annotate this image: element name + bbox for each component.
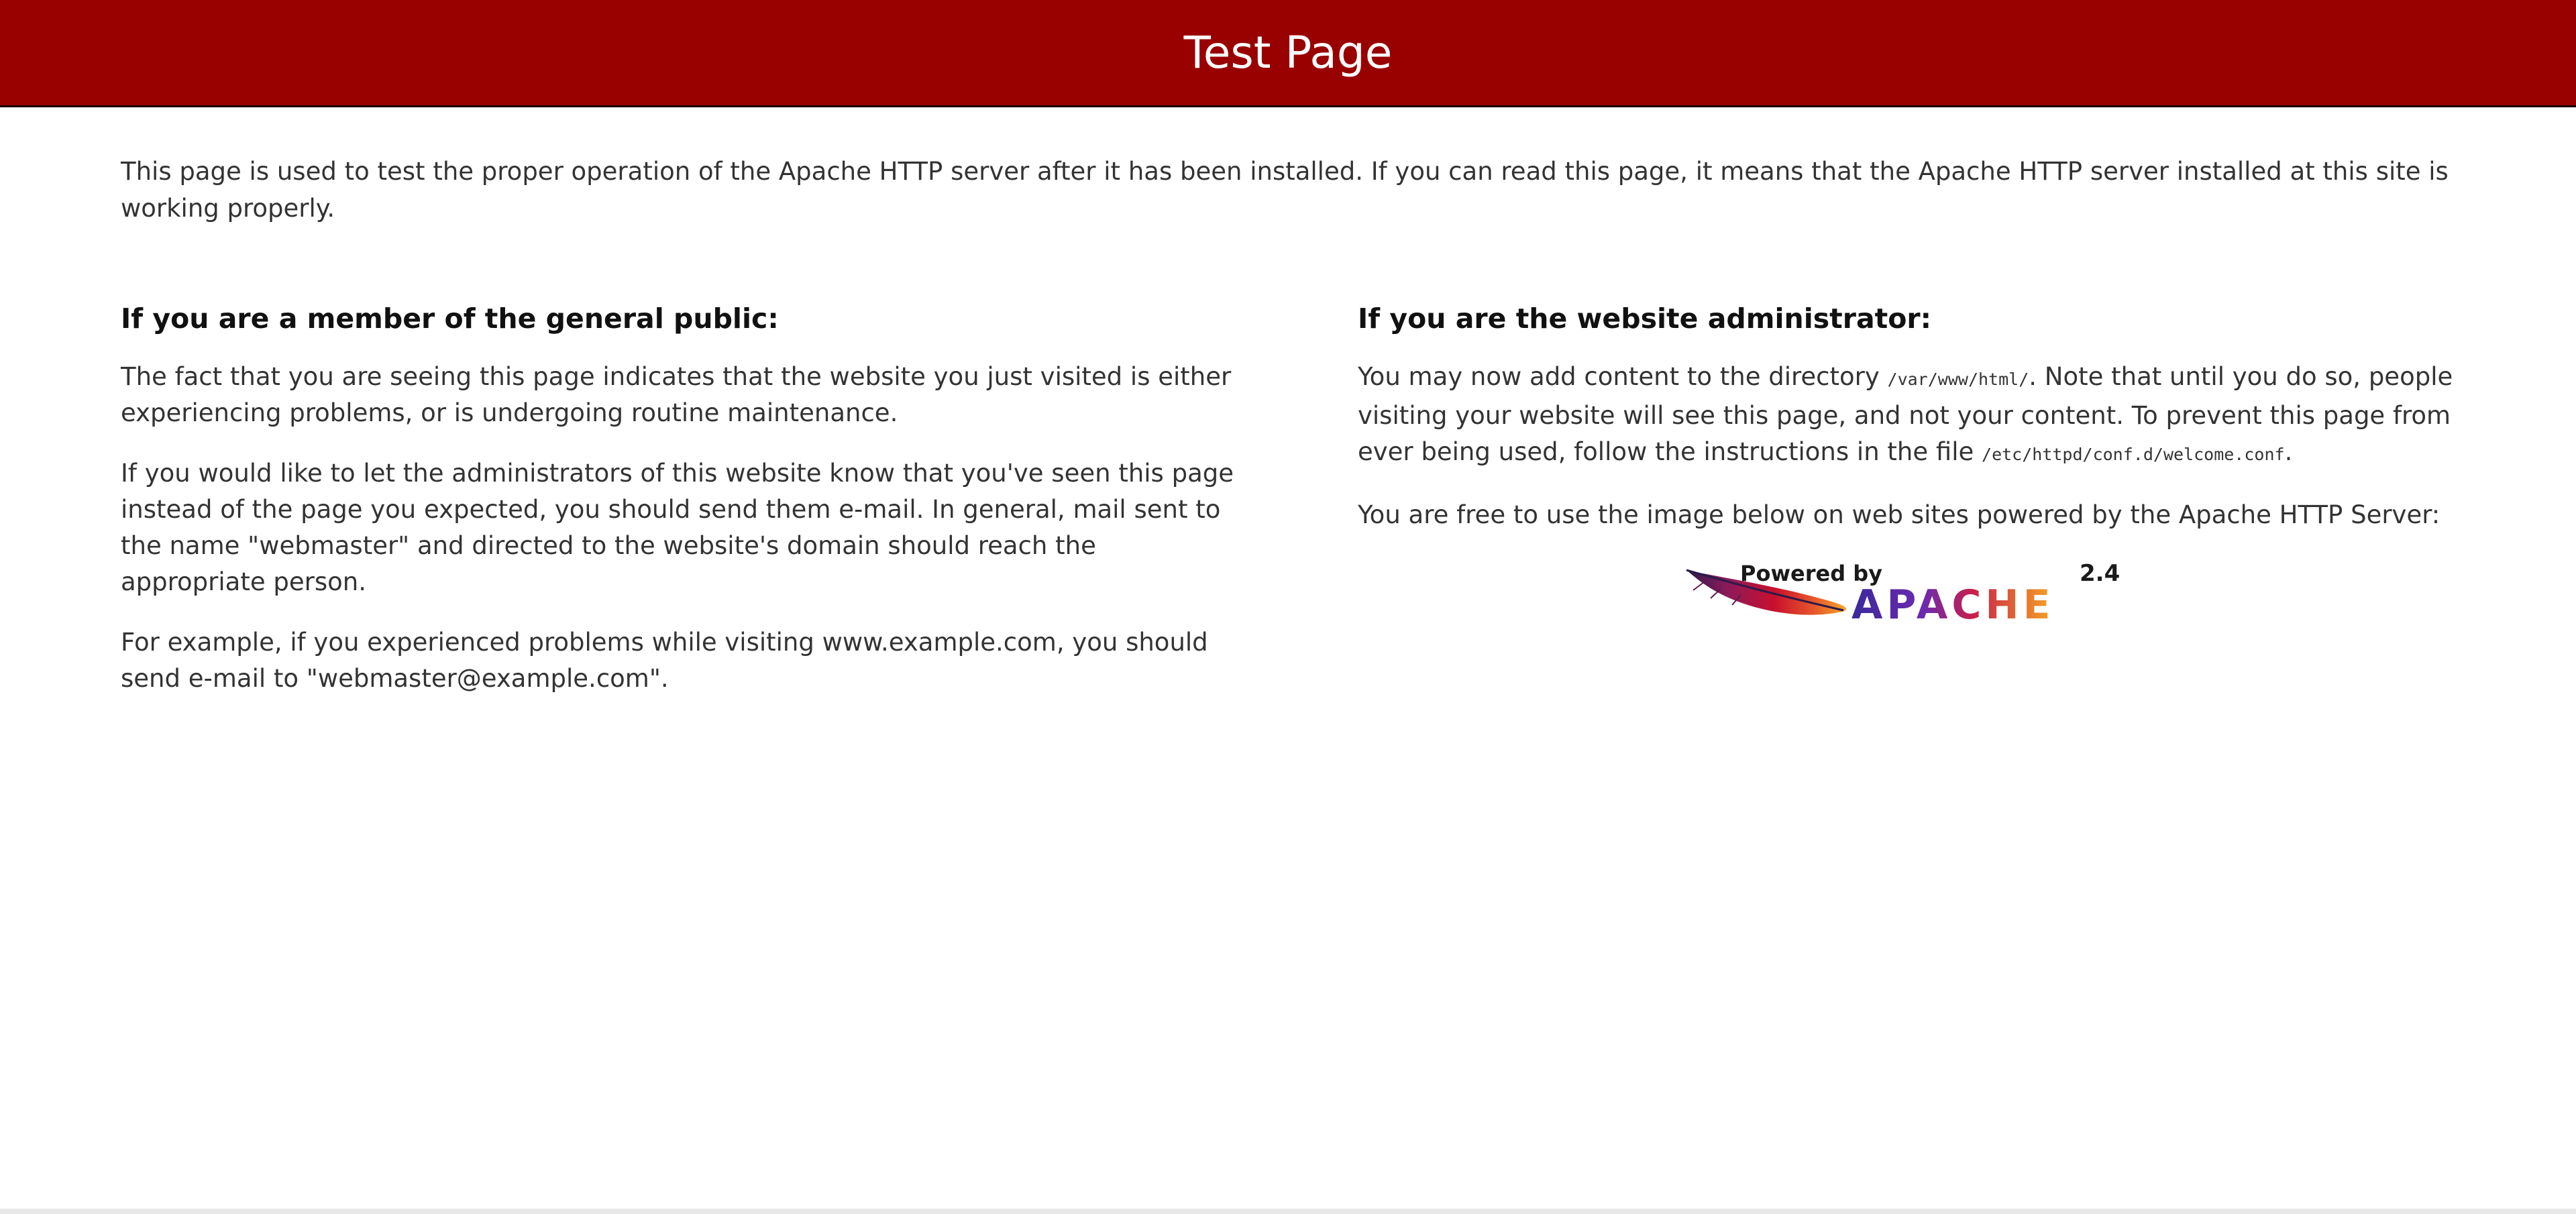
apache-brand-text: APACHE [1851,582,2055,628]
admin-p1-text-a: You may now add content to the directory [1358,362,1888,391]
intro-text: This page is used to test the proper ope… [121,157,2449,223]
admin-p1-text-c: . [2284,437,2293,466]
powered-by-apache-logo: Powered by 2.4 APACHE [1684,558,2127,632]
public-paragraph-2: If you would like to let the administrat… [121,459,1234,596]
page-header: Test Page [0,0,2576,107]
bottom-divider [0,1209,2576,1214]
page-title: Test Page [1183,27,1393,78]
administrator-section: If you are the website administrator: Yo… [1358,297,2471,557]
public-paragraph-3: For example, if you experienced problems… [121,628,1208,693]
public-paragraph-1: The fact that you are seeing this page i… [121,362,1232,427]
admin-paragraph-2: You are free to use the image below on w… [1358,500,2440,529]
administrator-heading: If you are the website administrator: [1358,302,1932,335]
admin-paragraph-1: You may now add content to the directory… [1358,359,2471,473]
version-text: 2.4 [2080,560,2120,587]
config-file-path: /etc/httpd/conf.d/welcome.conf [1982,445,2285,464]
general-public-section: If you are a member of the general publi… [121,297,1241,721]
directory-path: /var/www/html/ [1887,370,2029,389]
general-public-heading: If you are a member of the general publi… [121,302,779,335]
